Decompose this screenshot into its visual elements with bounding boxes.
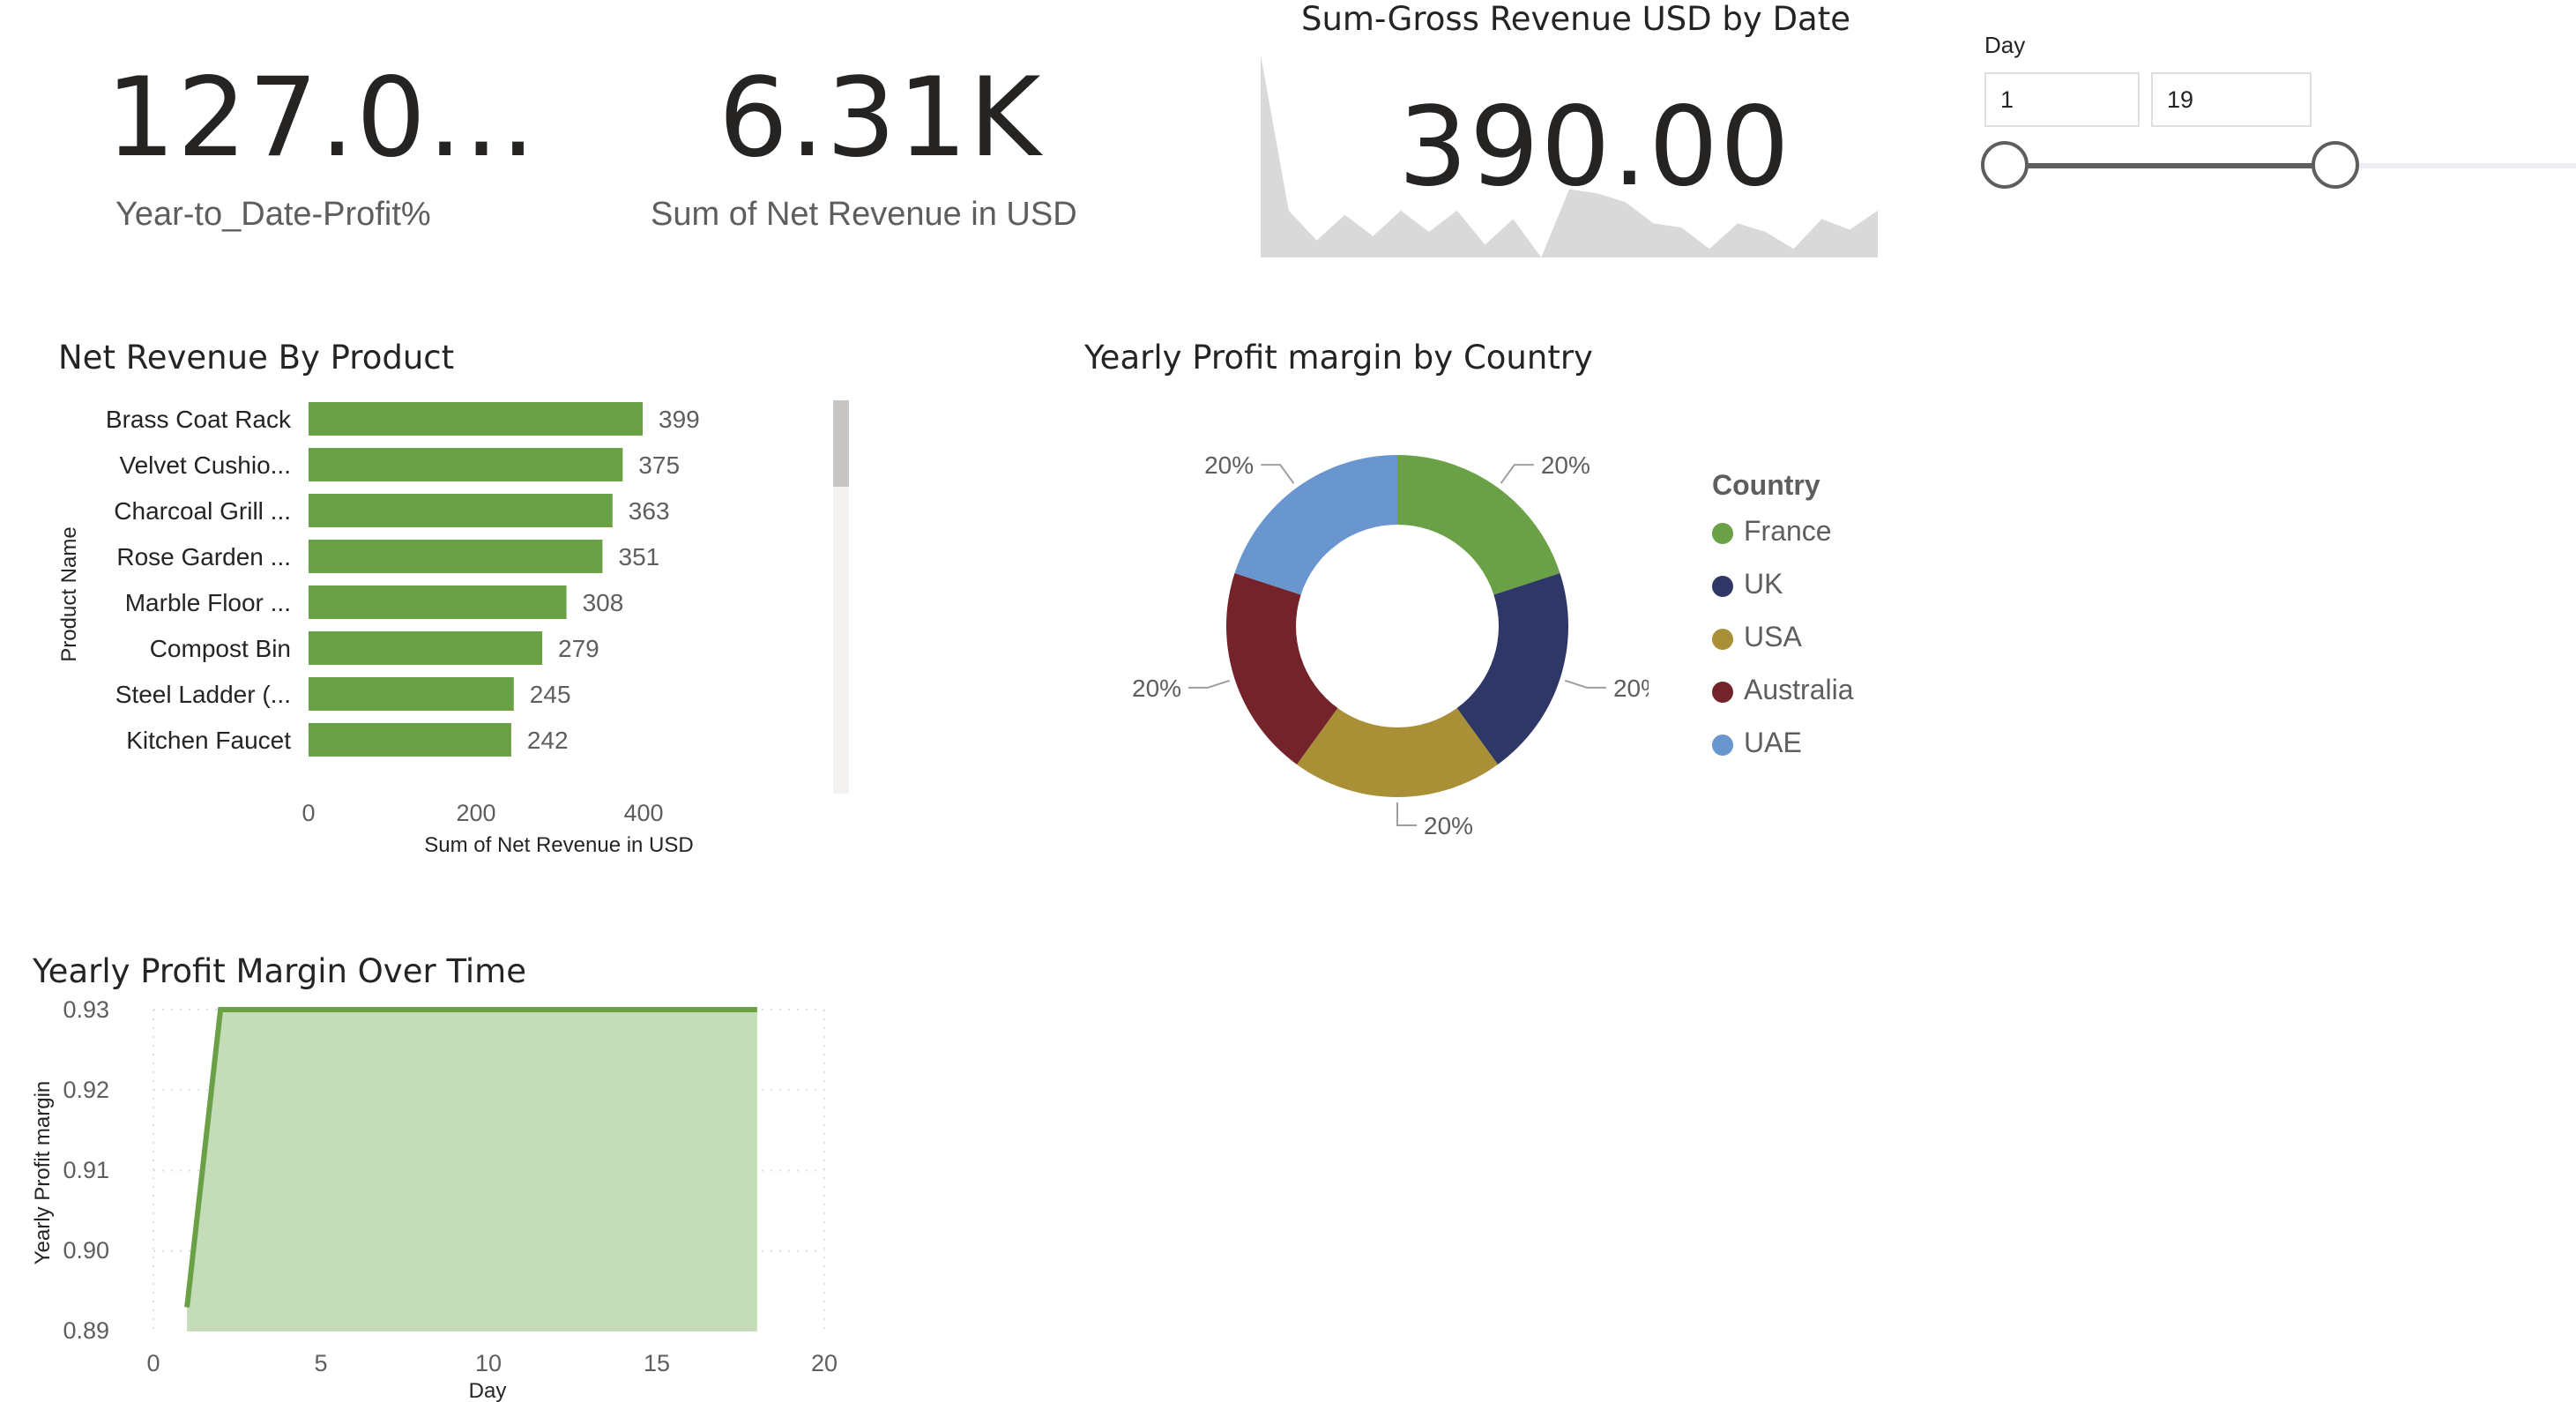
- bar-category-label: Kitchen Faucet: [126, 727, 291, 754]
- line-x-axis-title: Day: [469, 1379, 507, 1402]
- legend-dot-uae: [1712, 734, 1733, 756]
- bar-value-label: 363: [629, 497, 670, 525]
- donut-data-label: 20%: [1132, 675, 1181, 702]
- day-min-input[interactable]: 1: [1984, 72, 2140, 127]
- net-revenue-kpi-label: Sum of Net Revenue in USD: [651, 196, 1077, 233]
- donut-data-label: 20%: [1613, 675, 1649, 702]
- bar-x-tick-400: 400: [623, 800, 663, 826]
- bar-value-label: 399: [659, 406, 700, 433]
- net-revenue-bar-chart: Product Name Brass Coat Rack 399 Velvet Cu…: [57, 400, 849, 857]
- line-x-tick-10: 10: [475, 1350, 502, 1376]
- legend-item-uk[interactable]: UK: [1712, 568, 1783, 600]
- profit-margin-area-chart: Yearly Profit margin 0.93 0.92 0.91 0.90…: [31, 996, 838, 1402]
- bar-value-label: 245: [530, 681, 571, 708]
- bar-x-axis-title: Sum of Net Revenue in USD: [424, 833, 693, 857]
- bar-chart-title: Net Revenue By Product: [58, 339, 455, 377]
- bar-category-label: Velvet Cushio...: [119, 451, 291, 479]
- gross-revenue-value: 390.00: [1398, 84, 1791, 211]
- legend-label-australia: Australia: [1744, 674, 1854, 705]
- line-y-tick-0.89: 0.89: [63, 1317, 109, 1344]
- legend-label-france: France: [1744, 515, 1832, 547]
- bar[interactable]: [309, 677, 514, 711]
- legend-title: Country: [1712, 469, 1820, 501]
- bar[interactable]: [309, 402, 643, 436]
- line-chart-title: Yearly Profit Margin Over Time: [33, 952, 526, 990]
- line-y-axis-title: Yearly Profit margin: [31, 1081, 55, 1265]
- day-slicer-label: Day: [1984, 32, 2026, 58]
- line-y-tick-0.93: 0.93: [63, 996, 109, 1023]
- donut-data-label: 20%: [1424, 812, 1473, 839]
- donut-leader-line: [1396, 802, 1417, 826]
- donut-slice-uae[interactable]: [1234, 455, 1397, 595]
- net-revenue-kpi-value: 6.31K: [718, 55, 1043, 182]
- legend-dot-france: [1712, 522, 1733, 544]
- legend-dot-usa: [1712, 628, 1733, 650]
- profit-kpi-label: Year-to_Date-Profit%: [115, 196, 431, 233]
- slider-min-handle[interactable]: [1981, 141, 2029, 189]
- bar-scrollbar-thumb[interactable]: [833, 400, 849, 487]
- bar[interactable]: [309, 631, 543, 665]
- bar-category-label: Compost Bin: [150, 635, 291, 662]
- donut-leader-line: [1564, 679, 1606, 689]
- bar-category-label: Brass Coat Rack: [106, 406, 292, 433]
- line-x-tick-5: 5: [314, 1350, 327, 1376]
- bar[interactable]: [309, 723, 511, 757]
- bar[interactable]: [309, 494, 613, 527]
- day-slicer: Day 1 19: [1979, 26, 2576, 203]
- legend-dot-australia: [1712, 681, 1733, 703]
- legend-item-france[interactable]: France: [1712, 515, 1832, 548]
- bar-x-tick-200: 200: [456, 800, 495, 826]
- bar-category-label: Rose Garden ...: [116, 543, 291, 570]
- bar-y-axis-title: Product Name: [57, 526, 81, 661]
- line-y-tick-0.91: 0.91: [63, 1157, 109, 1183]
- bar-category-label: Charcoal Grill ...: [114, 497, 291, 525]
- donut-data-label: 20%: [1204, 451, 1254, 479]
- legend-label-uk: UK: [1744, 568, 1783, 600]
- bar[interactable]: [309, 585, 567, 619]
- line-x-tick-0: 0: [146, 1350, 160, 1376]
- legend-label-usa: USA: [1744, 621, 1802, 653]
- legend-dot-uk: [1712, 575, 1733, 597]
- gross-revenue-card: Sum-Gross Revenue USD by Date 390.00: [1252, 0, 1887, 265]
- day-max-input[interactable]: 19: [2151, 72, 2312, 127]
- legend-item-uae[interactable]: UAE: [1712, 727, 1802, 759]
- bar[interactable]: [309, 540, 603, 573]
- bar-category-label: Steel Ladder (...: [115, 681, 291, 708]
- donut-leader-line: [1500, 464, 1534, 484]
- bar-value-label: 279: [558, 635, 599, 662]
- bar-value-label: 242: [527, 727, 569, 754]
- line-x-tick-20: 20: [811, 1350, 838, 1376]
- line-y-tick-0.92: 0.92: [63, 1077, 109, 1103]
- bar-value-label: 375: [638, 451, 680, 479]
- donut-legend: Country France UK USA Australia UAE: [1712, 469, 1977, 769]
- profit-kpi-value: 127.0...: [106, 55, 538, 182]
- profit-margin-donut-chart: 20% 20% 20% 20% 20%: [1132, 451, 1649, 839]
- gross-revenue-title: Sum-Gross Revenue USD by Date: [1301, 0, 1851, 38]
- donut-data-label: 20%: [1541, 451, 1590, 479]
- bar-x-tick-0: 0: [302, 800, 315, 826]
- donut-chart-title: Yearly Profit margin by Country: [1084, 339, 1593, 377]
- line-x-tick-15: 15: [644, 1350, 670, 1376]
- legend-item-australia[interactable]: Australia: [1712, 674, 1854, 706]
- bar-category-label: Marble Floor ...: [125, 589, 291, 616]
- legend-item-usa[interactable]: USA: [1712, 621, 1802, 653]
- line-y-tick-0.90: 0.90: [63, 1237, 109, 1264]
- legend-label-uae: UAE: [1744, 727, 1802, 758]
- bar[interactable]: [309, 448, 623, 481]
- line-area-fill: [187, 1010, 757, 1331]
- donut-leader-line: [1261, 464, 1295, 484]
- bar-value-label: 308: [583, 589, 624, 616]
- donut-slice-france[interactable]: [1397, 455, 1560, 595]
- donut-leader-line: [1188, 679, 1231, 689]
- slider-range: [2006, 163, 2336, 168]
- slider-max-handle[interactable]: [2312, 141, 2359, 189]
- bar-value-label: 351: [619, 543, 660, 570]
